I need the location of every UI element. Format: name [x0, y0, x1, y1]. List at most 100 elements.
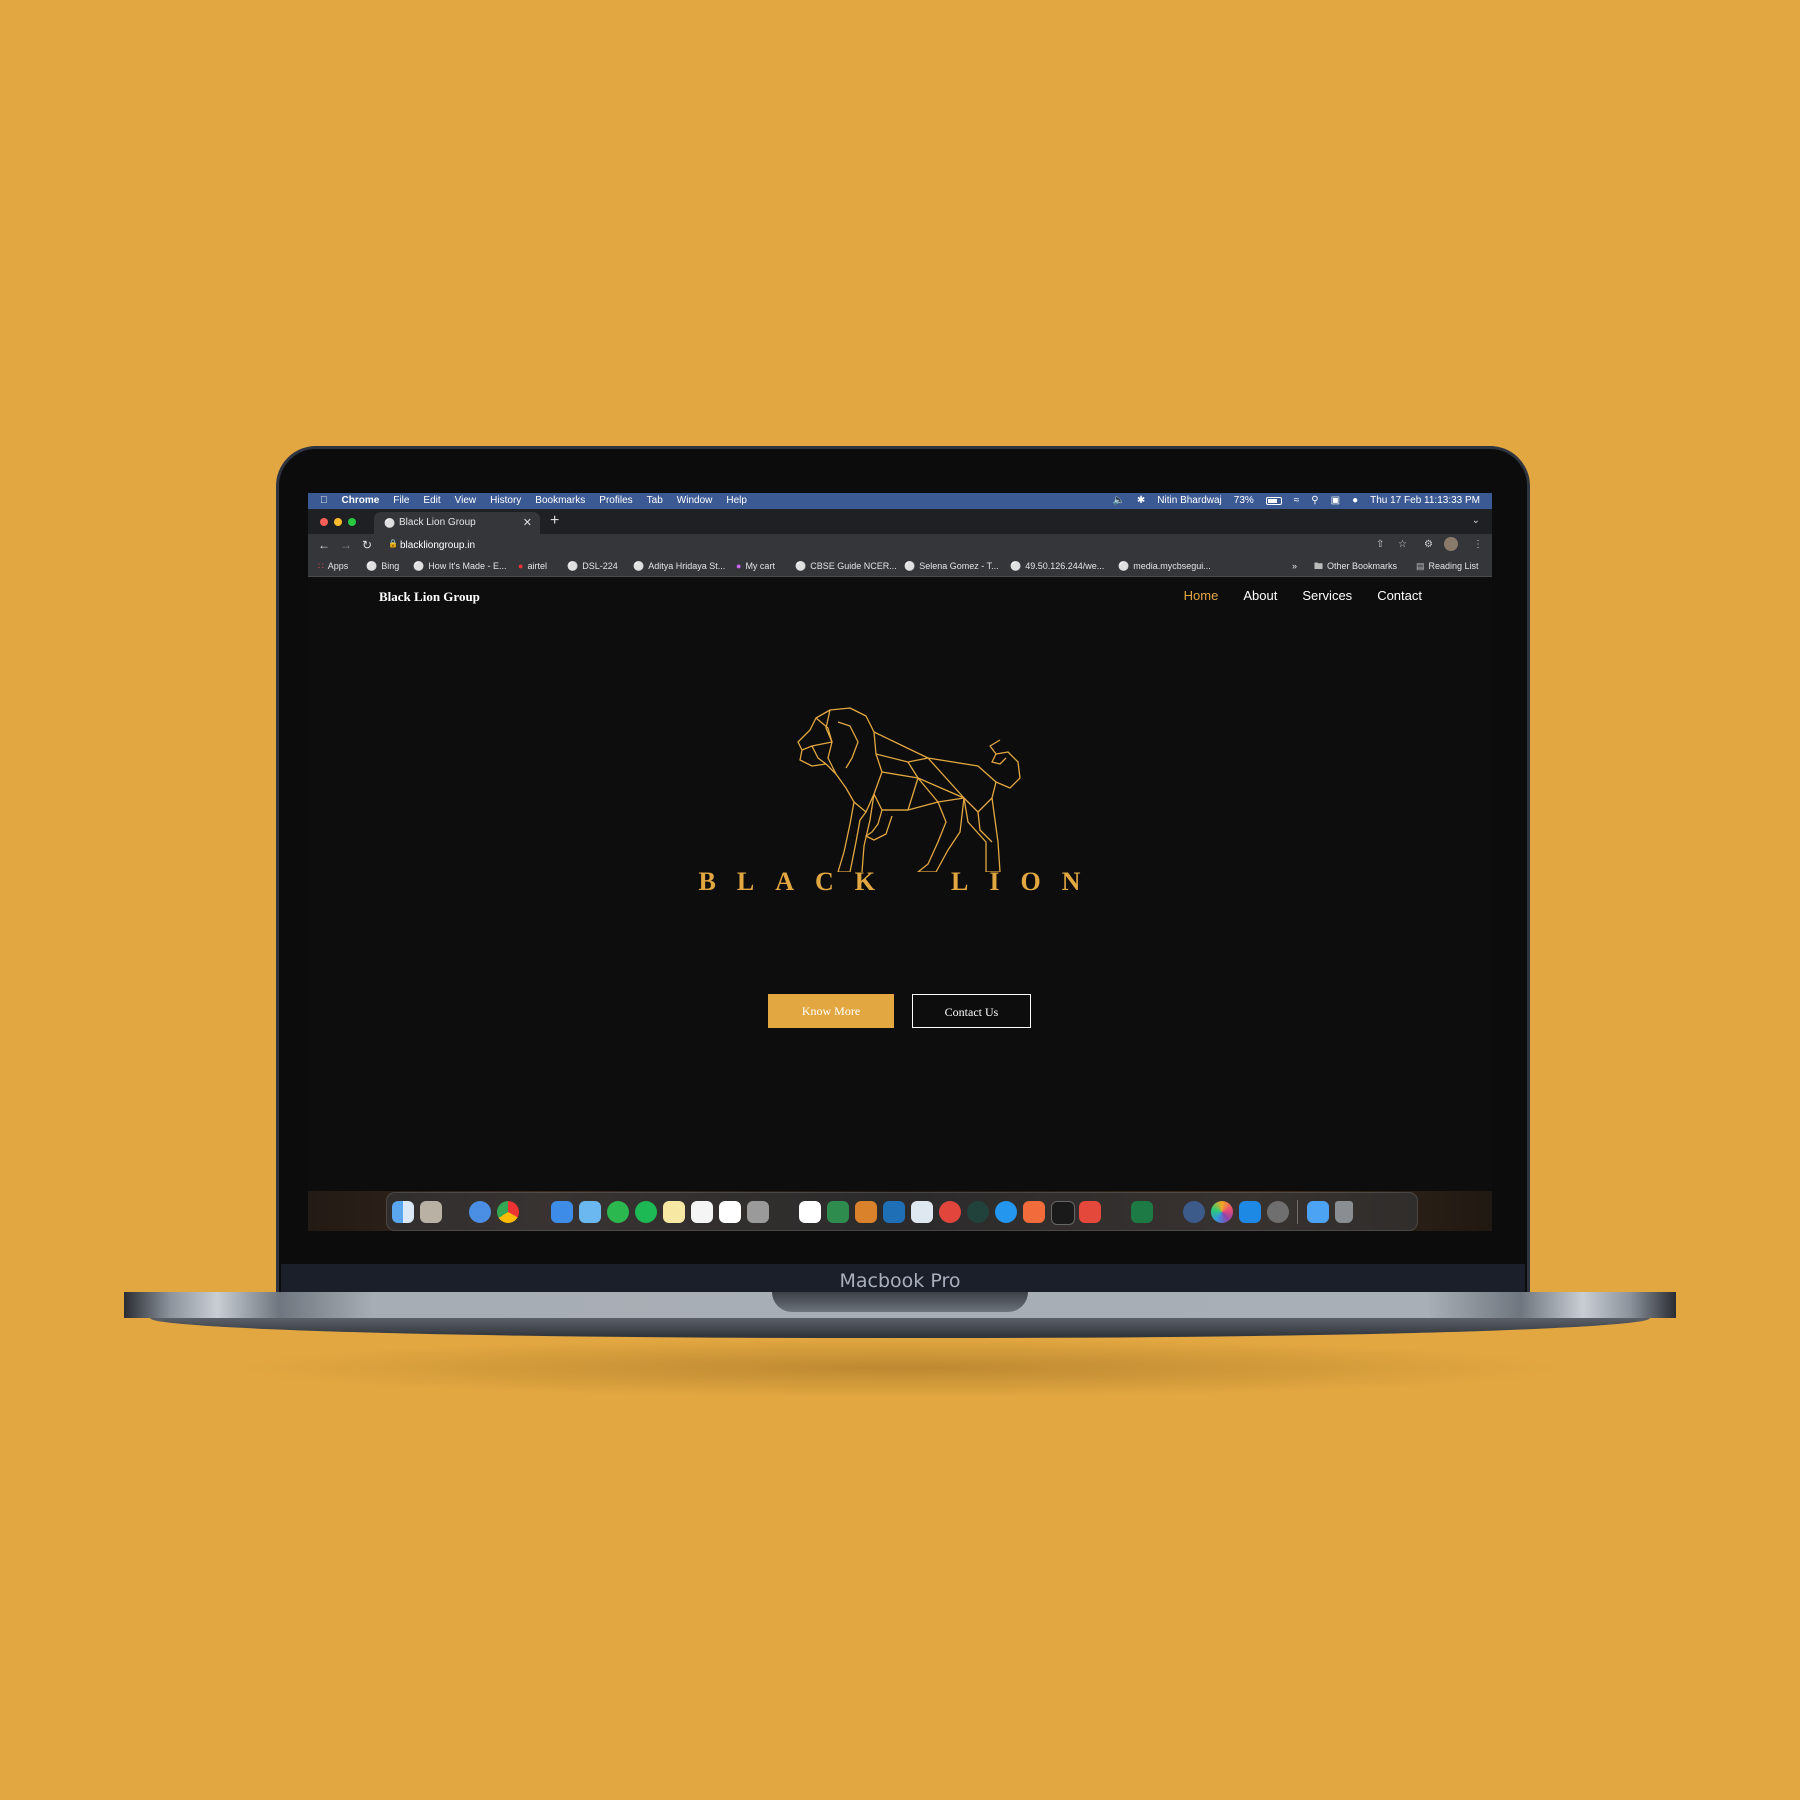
screen:  Chrome File Edit View History Bookmark… — [308, 493, 1492, 1231]
more-icon[interactable]: ⋮ — [1473, 539, 1483, 550]
cart-icon: ● — [736, 561, 742, 571]
mac-menubar:  Chrome File Edit View History Bookmark… — [308, 493, 1492, 509]
vscode-icon[interactable] — [883, 1201, 905, 1223]
menubar-history[interactable]: History — [490, 493, 521, 509]
battery-icon[interactable] — [1265, 497, 1282, 505]
slack-icon[interactable] — [799, 1201, 821, 1223]
forward-icon[interactable]: → — [340, 538, 352, 552]
bookmark-item[interactable]: ● airtel — [518, 557, 547, 576]
bookmarks-overflow[interactable]: » — [1292, 557, 1297, 576]
window-zoom-button[interactable] — [348, 518, 356, 526]
reload-icon[interactable]: ↻ — [362, 538, 372, 552]
laptop-base-bottom — [150, 1318, 1650, 1338]
compass-icon[interactable] — [1183, 1201, 1205, 1223]
maps-icon[interactable] — [579, 1201, 601, 1223]
lock-icon[interactable]: 🔒 — [388, 539, 398, 548]
postgres-icon[interactable] — [911, 1201, 933, 1223]
globe-icon: ⚪ — [795, 561, 807, 571]
trash-icon[interactable] — [1335, 1201, 1353, 1223]
bookmark-item[interactable]: ⚪ How It's Made - E... — [413, 557, 506, 576]
menubar-profiles[interactable]: Profiles — [599, 493, 632, 509]
excel-icon[interactable] — [1131, 1201, 1153, 1223]
menubar-tab[interactable]: Tab — [647, 493, 663, 509]
control-center-icon[interactable]: ▣ — [1331, 493, 1340, 509]
back-icon[interactable]: ← — [318, 538, 330, 552]
menubar-bookmarks[interactable]: Bookmarks — [535, 493, 585, 509]
nav-contact[interactable]: Contact — [1377, 588, 1422, 603]
window-minimize-button[interactable] — [334, 518, 342, 526]
chevron-down-icon[interactable]: ⌄ — [1472, 515, 1480, 526]
hero-wordmark: BLACK LION — [698, 867, 1102, 896]
globe-icon: ⚪ — [904, 561, 916, 571]
safari-icon[interactable] — [469, 1201, 491, 1223]
downloads-folder-icon[interactable] — [1307, 1201, 1329, 1223]
globe-icon: ⚪ — [633, 561, 645, 571]
menubar-app[interactable]: Chrome — [342, 493, 380, 509]
close-icon[interactable]: ✕ — [523, 516, 532, 529]
menubar-view[interactable]: View — [455, 493, 477, 509]
git-client-icon[interactable] — [939, 1201, 961, 1223]
bluetooth-icon[interactable]: ✱ — [1137, 493, 1145, 509]
volume-icon[interactable]: 🔈 — [1112, 493, 1124, 509]
calendar-icon[interactable] — [719, 1201, 741, 1223]
plus-icon[interactable]: + — [550, 512, 559, 530]
contact-us-button[interactable]: Contact Us — [912, 994, 1031, 1028]
spotify-icon[interactable] — [635, 1201, 657, 1223]
browser-tab[interactable]: ⚪ Black Lion Group ✕ — [374, 512, 540, 534]
launchpad-icon[interactable] — [420, 1201, 442, 1223]
menubar-edit[interactable]: Edit — [423, 493, 440, 509]
menubar-user[interactable]: Nitin Bhardwaj — [1157, 493, 1221, 509]
url-text[interactable]: blackliongroup.in — [400, 540, 475, 551]
star-icon[interactable]: ☆ — [1398, 539, 1407, 550]
bookmarks-bar: ∷ Apps ⚪ Bing ⚪ How It's Made - E... ● airte… — [308, 557, 1492, 577]
bookmark-item[interactable]: ⚪ CBSE Guide NCER... — [795, 557, 897, 576]
reminders-icon[interactable] — [691, 1201, 713, 1223]
mail-icon[interactable] — [551, 1201, 573, 1223]
reading-list[interactable]: ▤ Reading List — [1416, 557, 1479, 576]
search-icon[interactable]: ⚲ — [1311, 493, 1318, 509]
photos-icon[interactable] — [1211, 1201, 1233, 1223]
nav-about[interactable]: About — [1243, 588, 1277, 603]
bookmark-item[interactable]: ● My cart — [736, 557, 775, 576]
window-close-button[interactable] — [320, 518, 328, 526]
extensions-icon[interactable]: ⚙ — [1424, 539, 1433, 550]
chrome-icon[interactable] — [497, 1201, 519, 1223]
bookmark-item[interactable]: ⚪ Aditya Hridaya St... — [633, 557, 725, 576]
system-preferences-icon[interactable] — [1267, 1201, 1289, 1223]
site-brand[interactable]: Black Lion Group — [379, 589, 480, 605]
bookmark-item[interactable]: ⚪ Bing — [366, 557, 399, 576]
sourcetree-icon[interactable] — [855, 1201, 877, 1223]
siri-icon[interactable]: ● — [1352, 493, 1358, 509]
terminal-icon[interactable] — [1051, 1201, 1075, 1225]
know-more-button[interactable]: Know More — [768, 994, 894, 1028]
bookmark-item[interactable]: ⚪ 49.50.126.244/we... — [1010, 557, 1104, 576]
bookmark-item[interactable]: ⚪ DSL-224 — [567, 557, 618, 576]
apple-icon[interactable]:  — [320, 493, 328, 509]
nav-home[interactable]: Home — [1184, 588, 1219, 603]
bookmark-apps[interactable]: ∷ Apps — [318, 557, 348, 576]
menubar-file[interactable]: File — [393, 493, 409, 509]
docker-icon[interactable] — [995, 1201, 1017, 1223]
laptop-notch — [772, 1292, 1028, 1312]
meet-icon[interactable] — [827, 1201, 849, 1223]
wifi-icon[interactable]: ≈ — [1294, 493, 1300, 509]
lion-logo-icon — [797, 707, 1021, 872]
notes-icon[interactable] — [663, 1201, 685, 1223]
whatsapp-icon[interactable] — [607, 1201, 629, 1223]
menubar-help[interactable]: Help — [726, 493, 747, 509]
menubar-datetime[interactable]: Thu 17 Feb 11:13:33 PM — [1370, 493, 1480, 509]
db-tool-icon[interactable] — [967, 1201, 989, 1223]
bookmark-item[interactable]: ⚪ media.mycbsegui... — [1118, 557, 1211, 576]
address-bar[interactable]: 🔒 blackliongroup.in — [383, 536, 1403, 555]
postman-icon[interactable] — [1023, 1201, 1045, 1223]
share-icon[interactable]: ⇧ — [1376, 539, 1384, 550]
nav-services[interactable]: Services — [1302, 588, 1352, 603]
profile-icon[interactable] — [1444, 537, 1458, 551]
menubar-window[interactable]: Window — [677, 493, 713, 509]
app-store-icon[interactable] — [1239, 1201, 1261, 1223]
other-bookmarks[interactable]: 🖿 Other Bookmarks — [1314, 557, 1397, 576]
anydesk-icon[interactable] — [1079, 1201, 1101, 1223]
finder-icon[interactable] — [392, 1201, 414, 1223]
bookmark-item[interactable]: ⚪ Selena Gomez - T... — [904, 557, 999, 576]
calculator-icon[interactable] — [747, 1201, 769, 1223]
